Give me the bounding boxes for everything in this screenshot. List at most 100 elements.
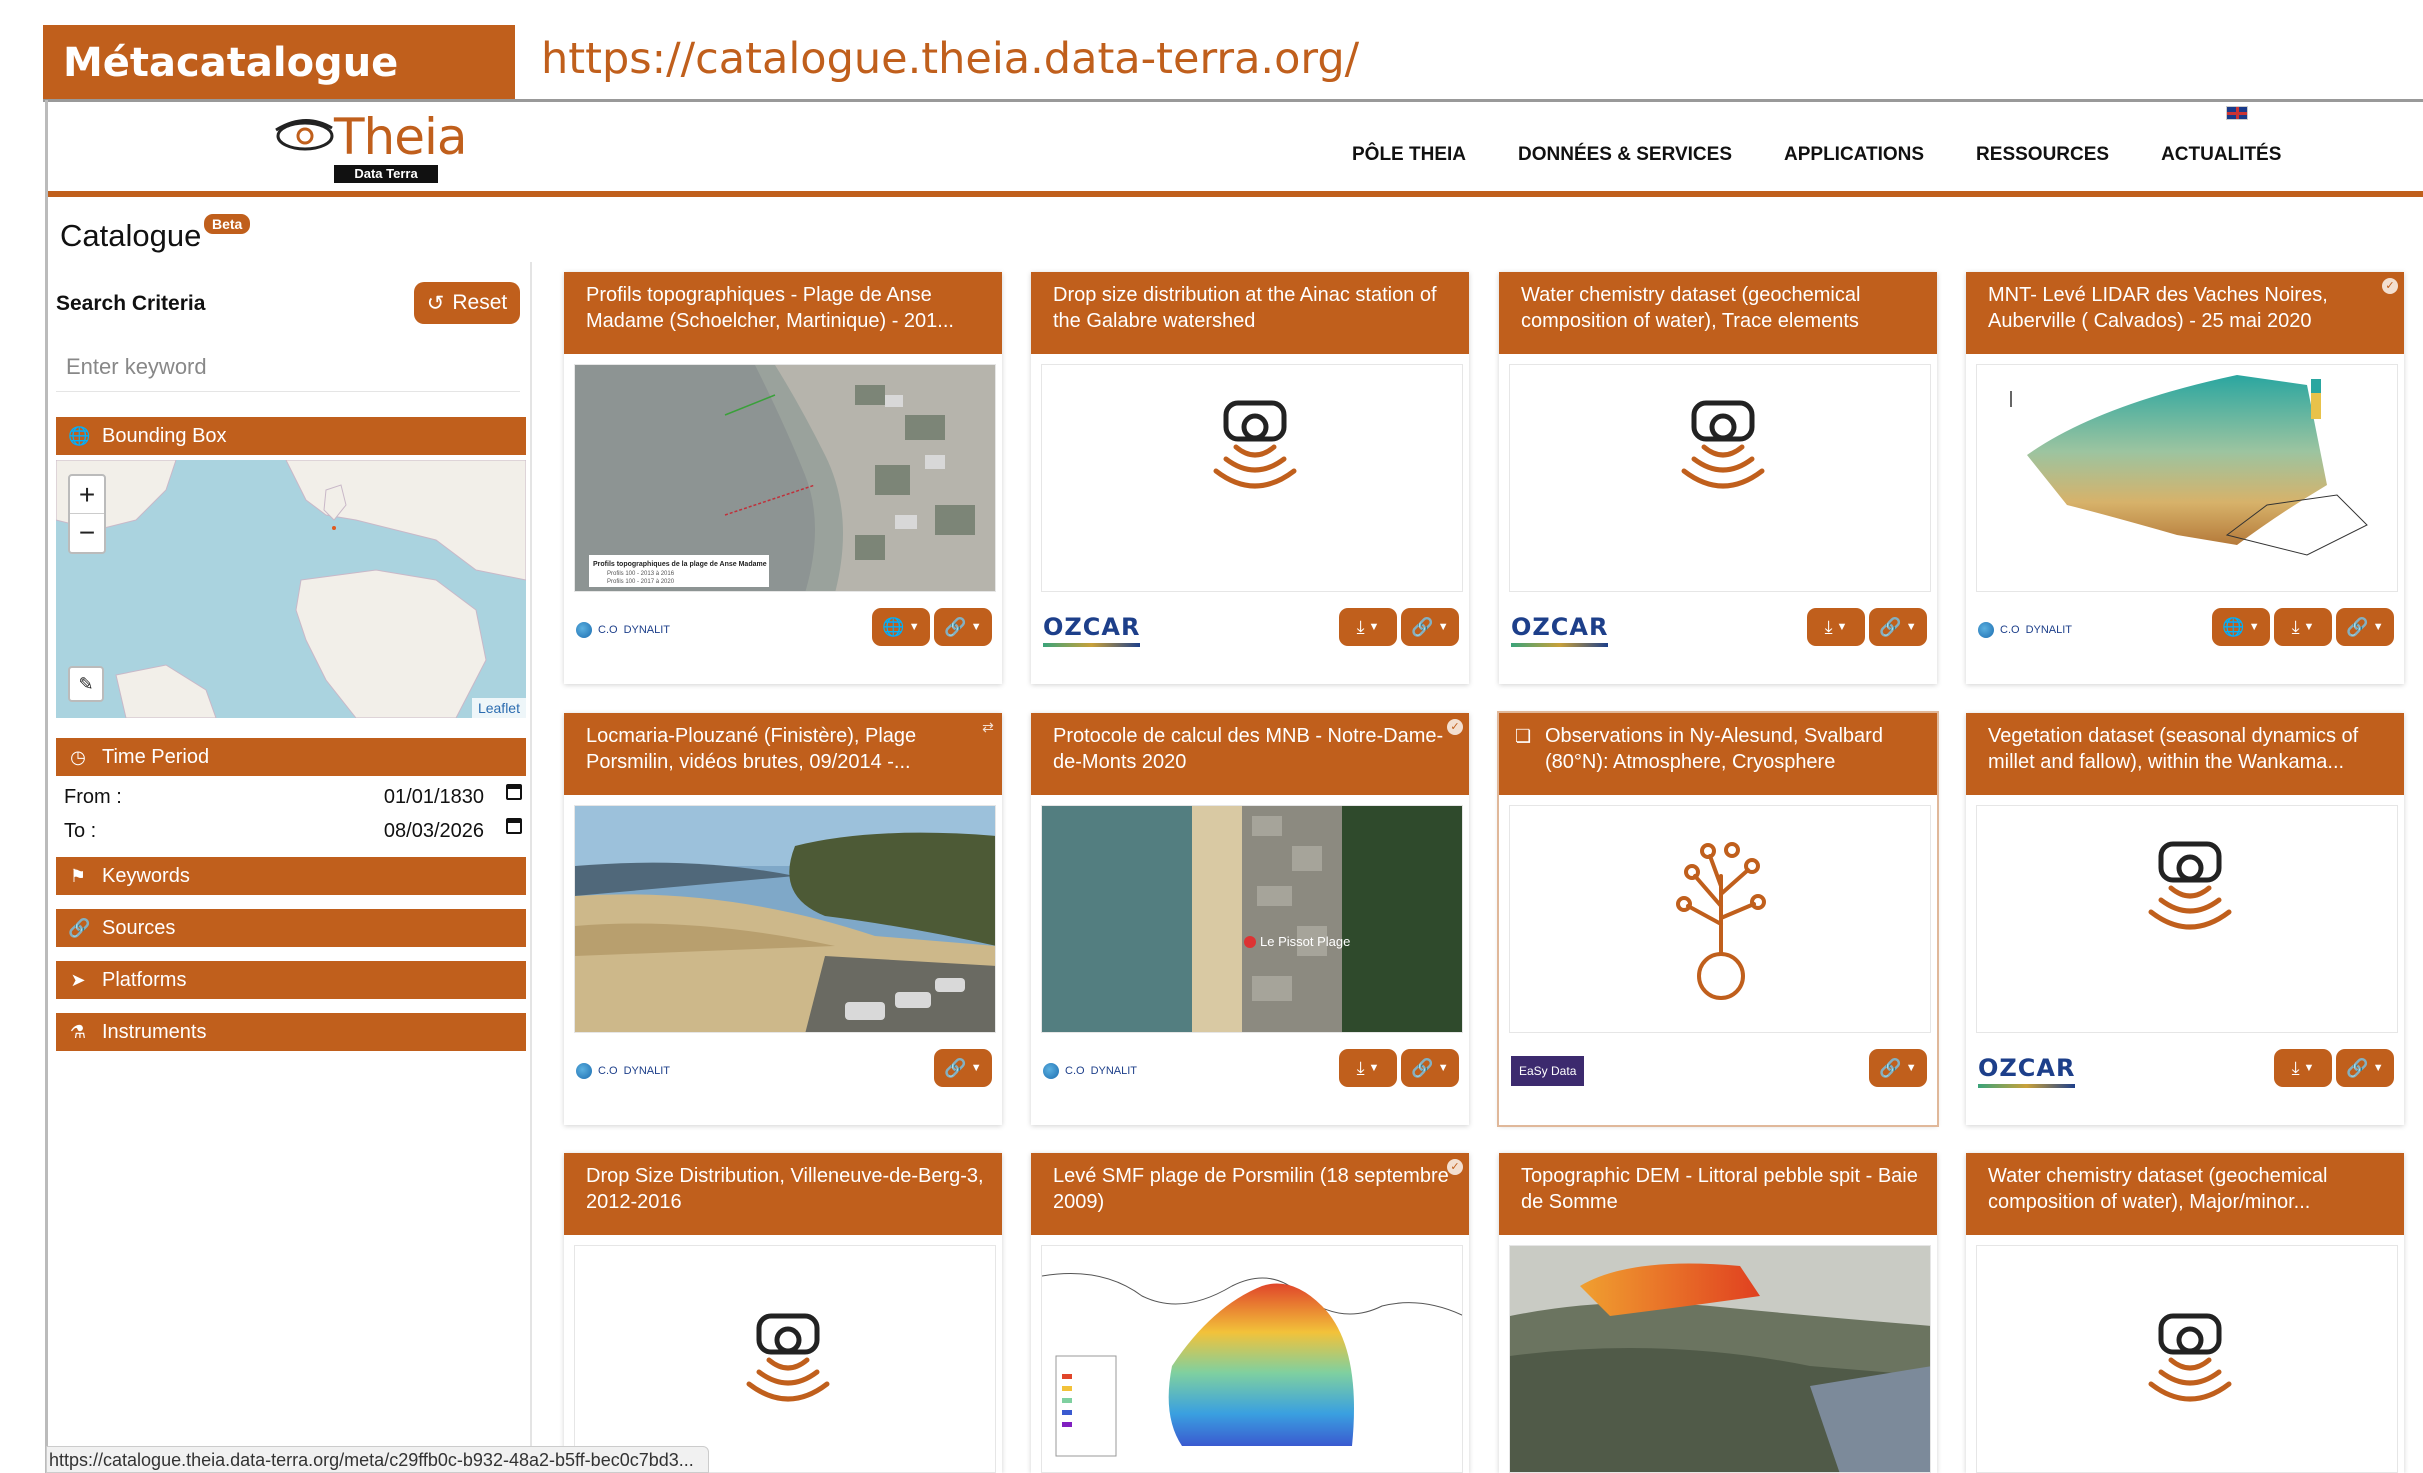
nav-pole-theia[interactable]: PÔLE THEIA xyxy=(1352,144,1466,166)
bounding-box-header[interactable]: 🌐 Bounding Box xyxy=(56,417,526,455)
reset-button[interactable]: ↺ Reset xyxy=(414,282,520,324)
bounding-box-label: Bounding Box xyxy=(102,424,227,447)
globe-icon: 🌐 xyxy=(68,425,91,446)
card-title[interactable]: ❏ Observations in Ny-Alesund, Svalbard (… xyxy=(1499,713,1937,795)
platforms-facet-header[interactable]: ➤ Platforms xyxy=(56,961,526,999)
card-actions: ⤓ ▼ 🔗 ▼ xyxy=(1339,608,1459,646)
download-menu-button[interactable]: ⤓ ▼ xyxy=(1807,608,1865,646)
dataset-card[interactable]: Topographic DEM - Littoral pebble spit -… xyxy=(1499,1153,1937,1473)
to-date-input[interactable]: 08/03/2026 xyxy=(384,820,484,843)
dynalit-logo: C.O DYNALIT xyxy=(1043,1053,1137,1089)
map-attribution-link[interactable]: Leaflet xyxy=(471,698,526,718)
theia-logo[interactable]: Theia Data Terra xyxy=(226,106,468,183)
link-icon: 🔗 xyxy=(1411,616,1434,637)
card-thumbnail-placeholder[interactable] xyxy=(1976,1245,2398,1473)
card-footer: C.O DYNALIT ⤓ ▼ 🔗 ▼ xyxy=(1031,1045,1469,1097)
calendar-icon[interactable] xyxy=(506,784,522,800)
dataset-card[interactable]: Protocole de calcul des MNB - Notre-Dame… xyxy=(1031,713,1469,1125)
link-menu-button[interactable]: 🔗 ▼ xyxy=(934,1049,992,1087)
card-thumbnail-placeholder[interactable] xyxy=(1041,364,1463,592)
card-title[interactable]: Drop Size Distribution, Villeneuve-de-Be… xyxy=(564,1153,1002,1235)
link-menu-button[interactable]: 🔗 ▼ xyxy=(1869,1049,1927,1087)
bounding-box-map[interactable]: + − ✎ Leaflet xyxy=(56,460,526,718)
card-title[interactable]: Profils topographiques - Plage de Anse M… xyxy=(564,272,1002,354)
zoom-in-button[interactable]: + xyxy=(70,476,104,514)
dataset-card[interactable]: MNT- Levé LIDAR des Vaches Noires, Auber… xyxy=(1966,272,2404,684)
globe-menu-button[interactable]: 🌐 ▼ xyxy=(872,608,930,646)
card-thumbnail-placeholder[interactable] xyxy=(1509,364,1931,592)
card-actions: ⤓ ▼ 🔗 ▼ xyxy=(1807,608,1927,646)
globe-menu-button[interactable]: 🌐 ▼ xyxy=(2212,608,2270,646)
card-thumbnail-aerial[interactable]: Profils topographiques de la plage de An… xyxy=(574,364,996,592)
dataset-card[interactable]: Levé SMF plage de Porsmilin (18 septembr… xyxy=(1031,1153,1469,1473)
keywords-facet-header[interactable]: ⚑ Keywords xyxy=(56,857,526,895)
card-thumbnail-placeholder[interactable] xyxy=(1509,805,1931,1033)
card-title[interactable]: MNT- Levé LIDAR des Vaches Noires, Auber… xyxy=(1966,272,2404,354)
sensor-icon xyxy=(1213,400,1297,489)
card-title[interactable]: Vegetation dataset (seasonal dynamics of… xyxy=(1966,713,2404,795)
time-period-label: Time Period xyxy=(102,745,210,768)
dataset-card[interactable]: Vegetation dataset (seasonal dynamics of… xyxy=(1966,713,2404,1125)
card-title[interactable]: Topographic DEM - Littoral pebble spit -… xyxy=(1499,1153,1937,1235)
calendar-icon[interactable] xyxy=(506,818,522,834)
card-thumbnail-dem[interactable] xyxy=(1509,1245,1931,1473)
nav-actualites[interactable]: ACTUALITÉS xyxy=(2161,144,2281,166)
card-thumbnail-beach[interactable] xyxy=(574,805,996,1033)
sensor-icon xyxy=(746,1313,830,1402)
card-thumbnail-placeholder[interactable] xyxy=(574,1245,996,1473)
lidar-map-image xyxy=(1977,365,2397,591)
link-icon: 🔗 xyxy=(1879,616,1902,637)
card-thumbnail-lidar[interactable] xyxy=(1976,364,2398,592)
dataset-card[interactable]: Drop size distribution at the Ainac stat… xyxy=(1031,272,1469,684)
card-title-text: Levé SMF plage de Porsmilin (18 septembr… xyxy=(1053,1165,1449,1213)
zoom-out-button[interactable]: − xyxy=(70,514,104,552)
keyword-search-input[interactable] xyxy=(56,342,520,392)
card-thumbnail-placeholder[interactable] xyxy=(1976,805,2398,1033)
instruments-facet-header[interactable]: ⚗ Instruments xyxy=(56,1013,526,1051)
card-thumbnail-satellite[interactable]: Le Pissot Plage xyxy=(1041,805,1463,1033)
card-thumbnail-bathymetry[interactable] xyxy=(1041,1245,1463,1473)
dataset-card[interactable]: Water chemistry dataset (geochemical com… xyxy=(1966,1153,2404,1473)
link-menu-button[interactable]: 🔗 ▼ xyxy=(1869,608,1927,646)
card-title[interactable]: Drop size distribution at the Ainac stat… xyxy=(1031,272,1469,354)
from-date-input[interactable]: 01/01/1830 xyxy=(384,786,484,809)
download-menu-button[interactable]: ⤓ ▼ xyxy=(1339,608,1397,646)
card-actions: 🌐 ▼ ⤓ ▼ 🔗 ▼ xyxy=(2212,608,2394,646)
header-accent-bar xyxy=(48,191,2423,197)
card-title[interactable]: Protocole de calcul des MNB - Notre-Dame… xyxy=(1031,713,1469,795)
nav-donnees-services[interactable]: DONNÉES & SERVICES xyxy=(1518,144,1732,166)
sources-facet-header[interactable]: 🔗 Sources xyxy=(56,909,526,947)
copy-icon: ❏ xyxy=(1515,726,1532,746)
download-menu-button[interactable]: ⤓ ▼ xyxy=(2274,1049,2332,1087)
link-menu-button[interactable]: 🔗 ▼ xyxy=(2336,1049,2394,1087)
ozcar-logo: OZCAR xyxy=(1043,612,1141,648)
card-title-text: Protocole de calcul des MNB - Notre-Dame… xyxy=(1053,725,1444,773)
dataset-card[interactable]: Drop Size Distribution, Villeneuve-de-Be… xyxy=(564,1153,1002,1473)
card-actions: 🔗 ▼ xyxy=(934,1049,992,1087)
download-menu-button[interactable]: ⤓ ▼ xyxy=(2274,608,2332,646)
dataset-card[interactable]: Water chemistry dataset (geochemical com… xyxy=(1499,272,1937,684)
uk-flag-icon[interactable] xyxy=(2226,106,2248,120)
dynalit-logo: C.O DYNALIT xyxy=(576,1053,670,1089)
dataset-card[interactable]: Profils topographiques - Plage de Anse M… xyxy=(564,272,1002,684)
card-title[interactable]: Levé SMF plage de Porsmilin (18 septembr… xyxy=(1031,1153,1469,1235)
to-label: To : xyxy=(64,820,97,842)
card-title[interactable]: Water chemistry dataset (geochemical com… xyxy=(1966,1153,2404,1235)
draw-rectangle-button[interactable]: ✎ xyxy=(68,666,104,702)
logo-wordmark: Theia xyxy=(334,108,468,166)
dataset-card[interactable]: ❏ Observations in Ny-Alesund, Svalbard (… xyxy=(1499,713,1937,1125)
link-menu-button[interactable]: 🔗 ▼ xyxy=(2336,608,2394,646)
site-header: Theia Data Terra PÔLE THEIA DONNÉES & SE… xyxy=(48,102,2423,193)
download-menu-button[interactable]: ⤓ ▼ xyxy=(1339,1049,1397,1087)
nav-ressources[interactable]: RESSOURCES xyxy=(1976,144,2109,166)
dataset-card[interactable]: Locmaria-Plouzané (Finistère), Plage Por… xyxy=(564,713,1002,1125)
card-title[interactable]: Water chemistry dataset (geochemical com… xyxy=(1499,272,1937,354)
nav-applications[interactable]: APPLICATIONS xyxy=(1784,144,1924,166)
link-menu-button[interactable]: 🔗 ▼ xyxy=(934,608,992,646)
time-period-header[interactable]: ◷ Time Period xyxy=(56,738,526,776)
card-footer: OZCAR ⤓ ▼ 🔗 ▼ xyxy=(1499,604,1937,656)
link-menu-button[interactable]: 🔗 ▼ xyxy=(1401,608,1459,646)
map-zoom-control: + − xyxy=(68,474,106,554)
link-menu-button[interactable]: 🔗 ▼ xyxy=(1401,1049,1459,1087)
card-title[interactable]: Locmaria-Plouzané (Finistère), Plage Por… xyxy=(564,713,1002,795)
